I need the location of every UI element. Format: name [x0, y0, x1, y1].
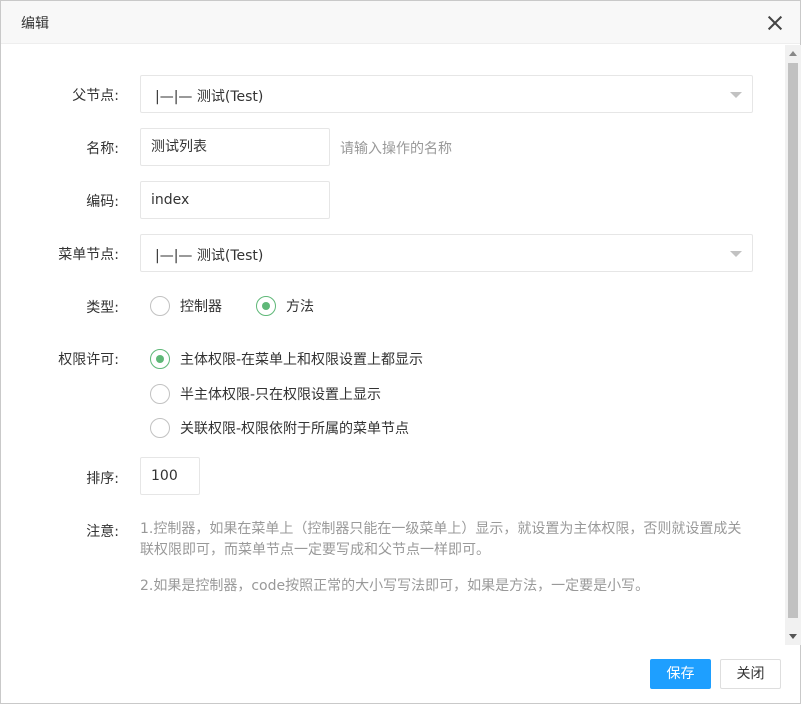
save-button[interactable]: 保存 [650, 659, 711, 689]
type-radio-method[interactable]: 方法 [256, 296, 314, 316]
scroll-down-arrow-icon[interactable] [789, 634, 797, 639]
close-button[interactable]: 关闭 [720, 659, 781, 689]
menu-node-value: |—|— 测试(Test) [155, 248, 264, 264]
radio-circle-icon [150, 384, 170, 404]
name-label: 名称: [86, 141, 119, 157]
type-label: 类型: [86, 300, 119, 316]
dialog-titlebar: 编辑 [1, 1, 800, 44]
name-hint: 请输入操作的名称 [340, 141, 452, 157]
radio-label: 方法 [286, 299, 314, 315]
permission-radio-related[interactable]: 关联权限-权限依附于所属的菜单节点 [150, 418, 409, 438]
parent-node-value: |—|— 测试(Test) [155, 89, 264, 105]
permission-radio-semi[interactable]: 半主体权限-只在权限设置上显示 [150, 384, 381, 404]
type-radio-controller[interactable]: 控制器 [150, 296, 222, 316]
chevron-down-icon [730, 92, 742, 98]
notice-label: 注意: [86, 524, 119, 540]
code-label: 编码: [86, 194, 119, 210]
radio-label: 主体权限-在菜单上和权限设置上都显示 [180, 352, 424, 368]
scrollbar-thumb[interactable] [788, 63, 798, 618]
notice-text-2: 2.如果是控制器，code按照正常的大小写写法即可，如果是方法，一定要是小写。 [140, 578, 650, 594]
dialog-body: 父节点: |—|— 测试(Test) 名称: 测试列表 请输入操作的名称 编码:… [1, 45, 785, 645]
radio-label: 半主体权限-只在权限设置上显示 [180, 387, 382, 403]
permission-label: 权限许可: [58, 352, 119, 368]
name-input[interactable]: 测试列表 [140, 128, 330, 166]
radio-circle-icon [150, 418, 170, 438]
menu-node-select[interactable]: |—|— 测试(Test) [140, 234, 753, 272]
radio-checked-icon [256, 296, 276, 316]
dialog-title: 编辑 [21, 16, 49, 32]
edit-dialog: 编辑 父节点: |—|— 测试(Test) 名称: 测试列表 请输入操作的名称 … [0, 0, 801, 704]
notice-text-1: 1.控制器，如果在菜单上（控制器只能在一级菜单上）显示，就设置为主体权限，否则就… [140, 521, 742, 558]
radio-label: 关联权限-权限依附于所属的菜单节点 [180, 421, 410, 437]
permission-radio-main[interactable]: 主体权限-在菜单上和权限设置上都显示 [150, 349, 423, 369]
radio-circle-icon [150, 296, 170, 316]
scroll-up-arrow-icon[interactable] [789, 51, 797, 56]
sort-label: 排序: [86, 471, 119, 487]
radio-checked-icon [150, 349, 170, 369]
vertical-scrollbar[interactable] [785, 45, 801, 645]
parent-node-label: 父节点: [72, 88, 119, 104]
radio-label: 控制器 [180, 299, 222, 315]
sort-input[interactable]: 100 [140, 457, 200, 495]
close-icon[interactable] [767, 15, 783, 31]
code-input[interactable]: index [140, 181, 330, 219]
parent-node-select[interactable]: |—|— 测试(Test) [140, 75, 753, 113]
chevron-down-icon [730, 251, 742, 257]
menu-node-label: 菜单节点: [58, 247, 119, 263]
